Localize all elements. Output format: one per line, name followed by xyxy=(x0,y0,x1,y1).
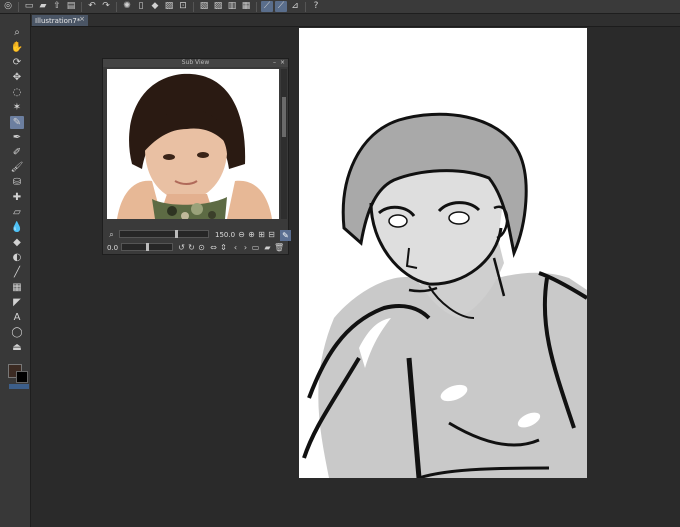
snap-special-icon[interactable]: ⟋ xyxy=(275,1,287,12)
separator xyxy=(256,1,257,12)
undo-icon[interactable]: ↶ xyxy=(86,1,98,12)
open-file-icon[interactable]: ▰ xyxy=(37,1,49,12)
sub-view-titlebar[interactable]: Sub View – × xyxy=(103,59,288,67)
zoom-value: 150.0 xyxy=(215,231,236,239)
document-tab[interactable]: Illustration7* × xyxy=(32,15,88,26)
zoom-out-glass-icon[interactable]: ⌕ xyxy=(107,230,116,240)
zoom-slider[interactable] xyxy=(119,230,209,238)
fit-icon[interactable]: ⊞ xyxy=(257,230,266,240)
zoom-slider-knob[interactable] xyxy=(175,230,178,238)
blend-tool-icon[interactable]: 💧 xyxy=(10,221,24,234)
figure-tool-icon[interactable]: ╱ xyxy=(10,266,24,279)
hand-tool-icon[interactable]: ✋ xyxy=(10,41,24,54)
ruler-tool-icon[interactable]: ◤ xyxy=(10,296,24,309)
open-folder-icon[interactable]: ▰ xyxy=(263,243,272,253)
zoom-tool-icon[interactable]: ⌕ xyxy=(10,26,24,39)
pen-tool-icon[interactable]: ✒ xyxy=(10,131,24,144)
reference-image[interactable] xyxy=(107,69,279,219)
frame-tool-icon[interactable]: ▦ xyxy=(10,281,24,294)
sub-view-scrollbar[interactable] xyxy=(281,69,287,219)
move-tool-icon[interactable]: ✥ xyxy=(10,71,24,84)
sub-view-title: Sub View xyxy=(181,59,210,66)
decoration-tool-icon[interactable]: ✚ xyxy=(10,191,24,204)
command-bar: ◎ ▭ ▰ ⇧ ▤ ↶ ↷ ✺ ▯ ◆ ▨ ⊡ ▧ ▨ ▥ ▦ ⟋ ⟋ ⊿ ? xyxy=(0,0,680,14)
loading-icon[interactable]: ✺ xyxy=(121,1,133,12)
lasso-tool-icon[interactable]: ◌ xyxy=(10,86,24,99)
sub-color-swatch[interactable] xyxy=(16,371,28,383)
drawing-canvas[interactable] xyxy=(299,28,587,478)
reset-rotation-icon[interactable]: ⊙ xyxy=(197,243,206,253)
actual-size-icon[interactable]: ⊟ xyxy=(267,230,276,240)
document-tab-bar: Illustration7* × xyxy=(30,14,680,27)
reference-portrait xyxy=(107,69,279,219)
save-icon[interactable]: ⇧ xyxy=(51,1,63,12)
document-tab-label: Illustration7* xyxy=(35,16,81,25)
delete-image-icon[interactable]: 🗑 xyxy=(274,243,284,253)
rotation-slider-knob[interactable] xyxy=(146,243,149,251)
snap-ruler-icon[interactable]: ⟋ xyxy=(261,1,273,12)
flip-horizontal-icon[interactable]: ⇔ xyxy=(209,243,218,253)
new-file-icon[interactable]: ▭ xyxy=(23,1,35,12)
clear-icon[interactable]: ▯ xyxy=(135,1,147,12)
select-icon[interactable]: ▨ xyxy=(212,1,224,12)
tool-palette: ⌕ ✋ ⟳ ✥ ◌ ✶ ✎ ✒ ✐ 🖌 ⛁ ✚ ▱ 💧 ◆ ◐ ╱ ▦ ◤ A … xyxy=(0,14,31,527)
brush-tool-icon[interactable]: 🖌 xyxy=(10,161,24,174)
grid-icon[interactable]: ▦ xyxy=(240,1,252,12)
snap-grid-icon[interactable]: ⊿ xyxy=(289,1,301,12)
sub-view-eyedropper-icon[interactable]: ✎ xyxy=(280,230,291,241)
flip-vertical-icon[interactable]: ⇕ xyxy=(219,243,228,253)
separator xyxy=(116,1,117,12)
gradient-tool-icon[interactable]: ◐ xyxy=(10,251,24,264)
rotation-slider[interactable] xyxy=(121,243,173,251)
pencil-tool-icon[interactable]: ✐ xyxy=(10,146,24,159)
help-icon[interactable]: ? xyxy=(310,1,322,12)
zoom-controls: ⌕ 150.0 ⊖ ⊕ ⊞ ⊟ ✎ xyxy=(107,230,291,241)
eraser-tool-icon[interactable]: ▱ xyxy=(10,206,24,219)
rotate-right-icon[interactable]: ↻ xyxy=(187,243,196,253)
minimize-icon[interactable]: – xyxy=(273,59,276,67)
balloon-tool-icon[interactable]: ◯ xyxy=(10,326,24,339)
previous-image-icon[interactable]: ‹ xyxy=(231,243,240,253)
separator xyxy=(305,1,306,12)
rotate-tool-icon[interactable]: ⟳ xyxy=(10,56,24,69)
fill-icon[interactable]: ◆ xyxy=(149,1,161,12)
close-tab-icon[interactable]: × xyxy=(79,15,85,23)
transform-icon[interactable]: ⊡ xyxy=(177,1,189,12)
fill-tool-icon[interactable]: ◆ xyxy=(10,236,24,249)
separator xyxy=(18,1,19,12)
next-image-icon[interactable]: › xyxy=(241,243,250,253)
separator xyxy=(193,1,194,12)
sub-view-panel: Sub View – × ⌕ 150.0 ⊖ ⊕ ⊞ ⊟ ✎ 0.0 ↺ ↻ ⊙… xyxy=(102,58,291,255)
print-icon[interactable]: ▤ xyxy=(65,1,77,12)
stroke-icon[interactable]: ▨ xyxy=(163,1,175,12)
close-icon[interactable]: × xyxy=(280,59,285,67)
rotate-left-icon[interactable]: ↺ xyxy=(177,243,186,253)
ruler-icon[interactable]: ▥ xyxy=(226,1,238,12)
redo-icon[interactable]: ↷ xyxy=(100,1,112,12)
app-logo-icon[interactable]: ◎ xyxy=(2,1,14,12)
magic-wand-tool-icon[interactable]: ✶ xyxy=(10,101,24,114)
eyedropper-tool-icon[interactable]: ✎ xyxy=(10,116,24,129)
separator xyxy=(81,1,82,12)
color-mode-switch[interactable] xyxy=(9,384,29,389)
zoom-out-icon[interactable]: ⊖ xyxy=(237,230,246,240)
airbrush-tool-icon[interactable]: ⛁ xyxy=(10,176,24,189)
correct-line-tool-icon[interactable]: ⏏ xyxy=(10,341,24,354)
rotate-controls: 0.0 ↺ ↻ ⊙ ⇔ ⇕ ‹ › ▭ ▰ 🗑 xyxy=(107,243,287,254)
import-image-icon[interactable]: ▭ xyxy=(251,243,260,253)
select-off-icon[interactable]: ▧ xyxy=(198,1,210,12)
character-sketch xyxy=(302,112,587,478)
text-tool-icon[interactable]: A xyxy=(10,311,24,324)
zoom-in-icon[interactable]: ⊕ xyxy=(247,230,256,240)
scrollbar-thumb[interactable] xyxy=(282,97,286,137)
rotation-value: 0.0 xyxy=(107,244,119,252)
